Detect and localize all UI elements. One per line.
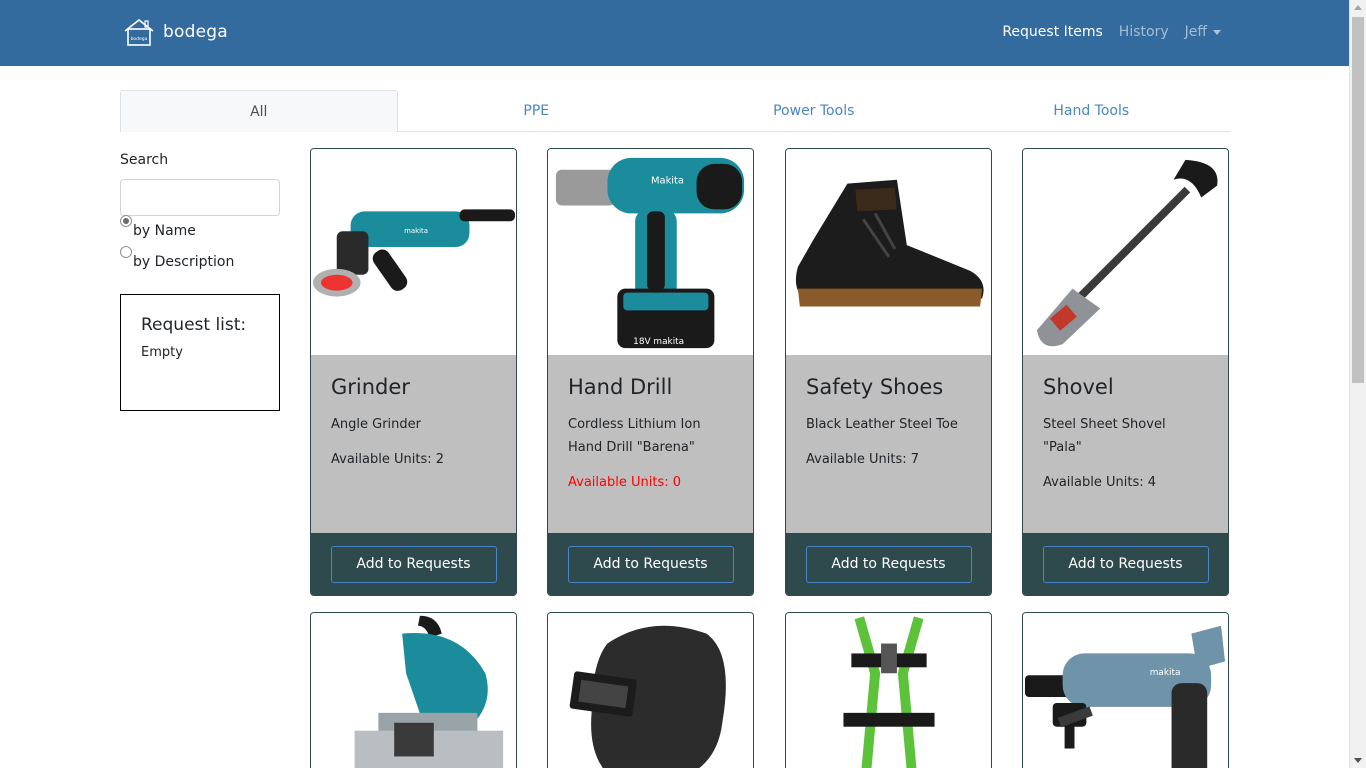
product-description: Black Leather Steel Toe [806,417,958,432]
chop-saw-image [311,613,516,768]
product-card-hand-drill: 18V makita Makita Hand Drill Cordless Li… [547,148,754,596]
request-list-title: Request list: [141,315,247,335]
card-body: Safety Shoes Black Leather Steel Toe Ava… [786,355,991,533]
tab-hand-tools[interactable]: Hand Tools [953,90,1231,132]
product-name: Shovel [1043,375,1114,399]
svg-text:makita: makita [404,227,428,235]
user-name: Jeff [1184,24,1207,40]
available-units: Available Units: 4 [1043,475,1156,490]
tab-all[interactable]: All [120,90,398,132]
scrollbar-thumb[interactable] [1352,17,1364,383]
search-input[interactable] [120,179,280,216]
radio-by-description[interactable]: by Description [120,246,235,270]
tab-power-tools[interactable]: Power Tools [675,90,953,132]
shovel-image [1023,149,1228,355]
card-body: Shovel Steel Sheet Shovel "Pala" Availab… [1023,355,1228,533]
safety-boot-image [786,149,991,355]
safety-harness-image [786,613,991,768]
logo-text: bodega [131,36,148,42]
svg-text:Makita: Makita [651,176,684,187]
nav-history[interactable]: History [1119,24,1169,40]
product-card-shovel: Shovel Steel Sheet Shovel "Pala" Availab… [1022,148,1229,596]
svg-text:makita: makita [1150,668,1181,678]
nav-request-items[interactable]: Request Items [1002,24,1102,40]
nav-links: Request Items History Jeff [986,24,1221,40]
add-to-requests-button[interactable]: Add to Requests [1042,545,1209,583]
caret-down-icon [1213,29,1221,35]
product-name: Hand Drill [568,375,673,399]
radio-button-checked[interactable] [120,215,132,227]
available-units: Available Units: 7 [806,452,919,467]
card-footer: Add to Requests [311,533,516,595]
tab-ppe[interactable]: PPE [398,90,676,132]
request-list-status: Empty [141,345,183,360]
card-footer: Add to Requests [1023,533,1228,595]
radio-by-name-label: by Name [133,223,196,239]
angle-grinder-image: makita [311,149,516,355]
product-card-grinder: makita Grinder Angle Grinder Available U… [310,148,517,596]
category-tabs: All PPE Power Tools Hand Tools [120,90,1230,132]
card-body: Grinder Angle Grinder Available Units: 2 [311,355,516,533]
radio-by-name[interactable]: by Name [120,215,196,239]
available-units: Available Units: 0 [568,475,681,490]
scroll-down-arrow-icon[interactable] [1354,758,1362,763]
product-card-rotary-hammer: makita [1022,612,1229,768]
brand-name: bodega [163,22,228,42]
product-card-welding-helmet [547,612,754,768]
add-to-requests-button[interactable]: Add to Requests [805,545,972,583]
product-name: Grinder [331,375,410,399]
product-name: Safety Shoes [806,375,944,399]
scroll-up-arrow-icon[interactable] [1354,5,1362,10]
radio-button-unchecked[interactable] [120,246,132,258]
add-to-requests-button[interactable]: Add to Requests [567,545,734,583]
request-list-panel: Request list: Empty [120,294,280,411]
product-card-chop-saw [310,612,517,768]
welding-helmet-image [548,613,753,768]
add-to-requests-button[interactable]: Add to Requests [330,545,497,583]
product-description: Cordless Lithium Ion Hand Drill "Barena" [568,417,701,455]
rotary-hammer-image: makita [1023,613,1228,768]
product-card-safety-shoes: Safety Shoes Black Leather Steel Toe Ava… [785,148,992,596]
product-description: Angle Grinder [331,417,421,432]
card-footer: Add to Requests [548,533,753,595]
svg-text:18V makita: 18V makita [633,337,684,347]
navbar: bodega bodega Request Items History Jeff [0,0,1349,66]
radio-by-description-label: by Description [133,254,235,270]
page-scrollbar[interactable] [1349,0,1366,768]
user-dropdown[interactable]: Jeff [1185,24,1221,40]
search-label: Search [120,152,169,168]
product-card-safety-harness [785,612,992,768]
product-description: Steel Sheet Shovel "Pala" [1043,417,1166,455]
card-body: Hand Drill Cordless Lithium Ion Hand Dri… [548,355,753,533]
available-units: Available Units: 2 [331,452,444,467]
cordless-drill-image: 18V makita Makita [548,149,753,355]
card-footer: Add to Requests [786,533,991,595]
house-logo-icon: bodega [124,18,154,46]
brand-link[interactable]: bodega bodega [123,17,228,47]
